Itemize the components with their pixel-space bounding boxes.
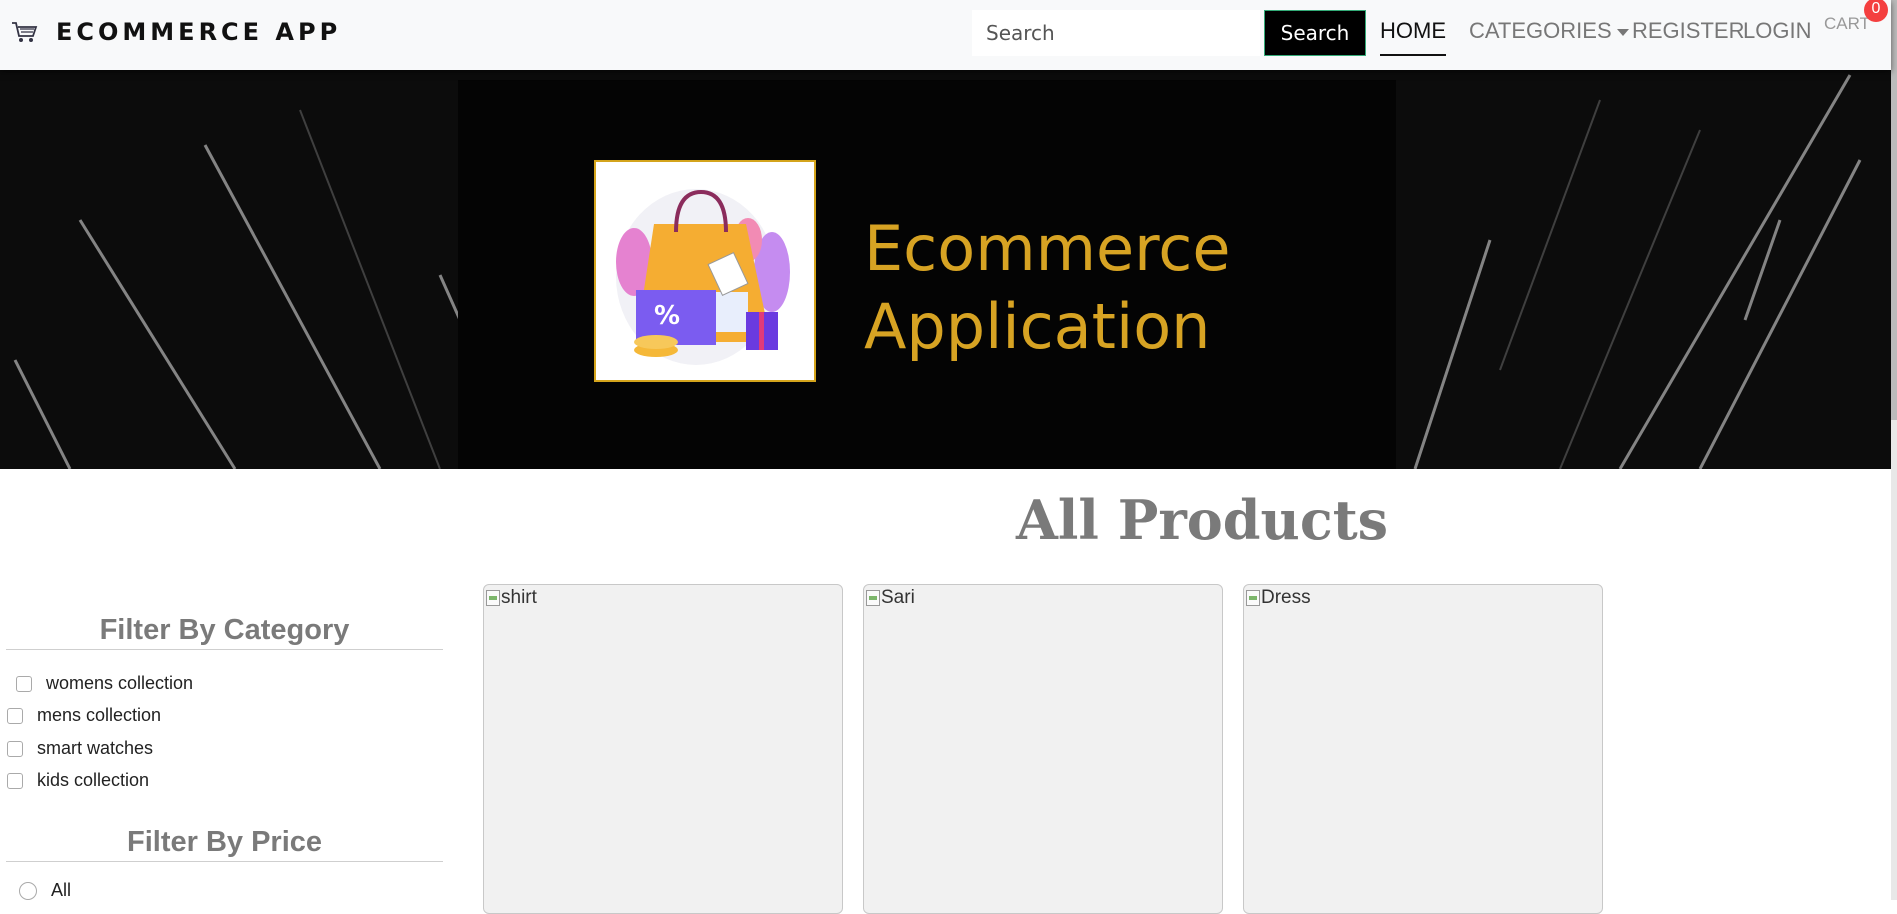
nav-categories-label: CATEGORIES bbox=[1469, 18, 1612, 43]
scrollbar[interactable] bbox=[1891, 0, 1897, 900]
svg-text:%: % bbox=[654, 301, 680, 331]
product-image: shirt bbox=[486, 587, 537, 609]
filter-price-title: Filter By Price bbox=[6, 826, 443, 862]
banner-line-2: Application bbox=[864, 290, 1211, 363]
product-card[interactable]: shirt bbox=[483, 584, 843, 914]
product-card[interactable]: Dress bbox=[1243, 584, 1603, 914]
search-input[interactable] bbox=[972, 10, 1260, 56]
product-image: Dress bbox=[1246, 587, 1311, 609]
filter-category-label: mens collection bbox=[37, 705, 162, 725]
filter-category-label: womens collection bbox=[46, 673, 194, 693]
product-image-alt: Dress bbox=[1261, 587, 1311, 608]
product-image-alt: Sari bbox=[881, 587, 915, 608]
nav-login-link[interactable]: LOGIN bbox=[1743, 18, 1811, 44]
page-title: All Products bbox=[1016, 488, 1389, 552]
shopping-cart-icon bbox=[12, 22, 38, 42]
checkbox[interactable] bbox=[16, 675, 32, 692]
cart-count-badge: 0 bbox=[1864, 0, 1888, 22]
filter-category-option[interactable]: kids collection bbox=[7, 770, 149, 791]
brand-name: ECOMMERCE APP bbox=[56, 18, 342, 46]
checkbox[interactable] bbox=[7, 707, 23, 724]
filter-category-option[interactable]: smart watches bbox=[7, 738, 153, 759]
search-button[interactable]: Search bbox=[1264, 10, 1366, 56]
shopping-bag-illustration: % bbox=[616, 189, 790, 365]
nav-home-link[interactable]: HOME bbox=[1380, 18, 1446, 56]
broken-image-icon bbox=[486, 590, 500, 606]
nav-categories-dropdown[interactable]: CATEGORIES bbox=[1469, 18, 1629, 44]
checkbox[interactable] bbox=[7, 740, 23, 757]
product-card[interactable]: Sari bbox=[863, 584, 1223, 914]
checkbox[interactable] bbox=[7, 772, 23, 789]
filter-category-option[interactable]: mens collection bbox=[7, 705, 161, 726]
nav-register-link[interactable]: REGISTER bbox=[1632, 18, 1744, 44]
scrollbar-thumb[interactable] bbox=[1891, 0, 1897, 420]
product-image: Sari bbox=[866, 587, 915, 609]
radio-button[interactable] bbox=[19, 881, 37, 900]
filter-price-option[interactable]: All bbox=[19, 880, 71, 901]
banner-title: Ecommerce Application bbox=[864, 210, 1231, 366]
navbar: ECOMMERCE APP Search HOME CATEGORIES REG… bbox=[0, 0, 1891, 70]
shopping-bag-icon: % bbox=[594, 160, 816, 382]
broken-image-icon bbox=[866, 590, 880, 606]
caret-down-icon bbox=[1616, 28, 1629, 36]
broken-image-icon bbox=[1246, 590, 1260, 606]
brand[interactable]: ECOMMERCE APP bbox=[10, 18, 341, 46]
filter-category-label: kids collection bbox=[37, 770, 150, 790]
product-image-alt: shirt bbox=[501, 587, 537, 608]
banner-line-1: Ecommerce bbox=[864, 212, 1231, 285]
filter-category-option[interactable]: womens collection bbox=[16, 673, 193, 694]
filter-category-title: Filter By Category bbox=[6, 614, 443, 650]
filter-category-label: smart watches bbox=[37, 738, 154, 758]
nav-cart-link[interactable]: CART bbox=[1824, 14, 1870, 34]
filter-price-label: All bbox=[51, 880, 72, 900]
